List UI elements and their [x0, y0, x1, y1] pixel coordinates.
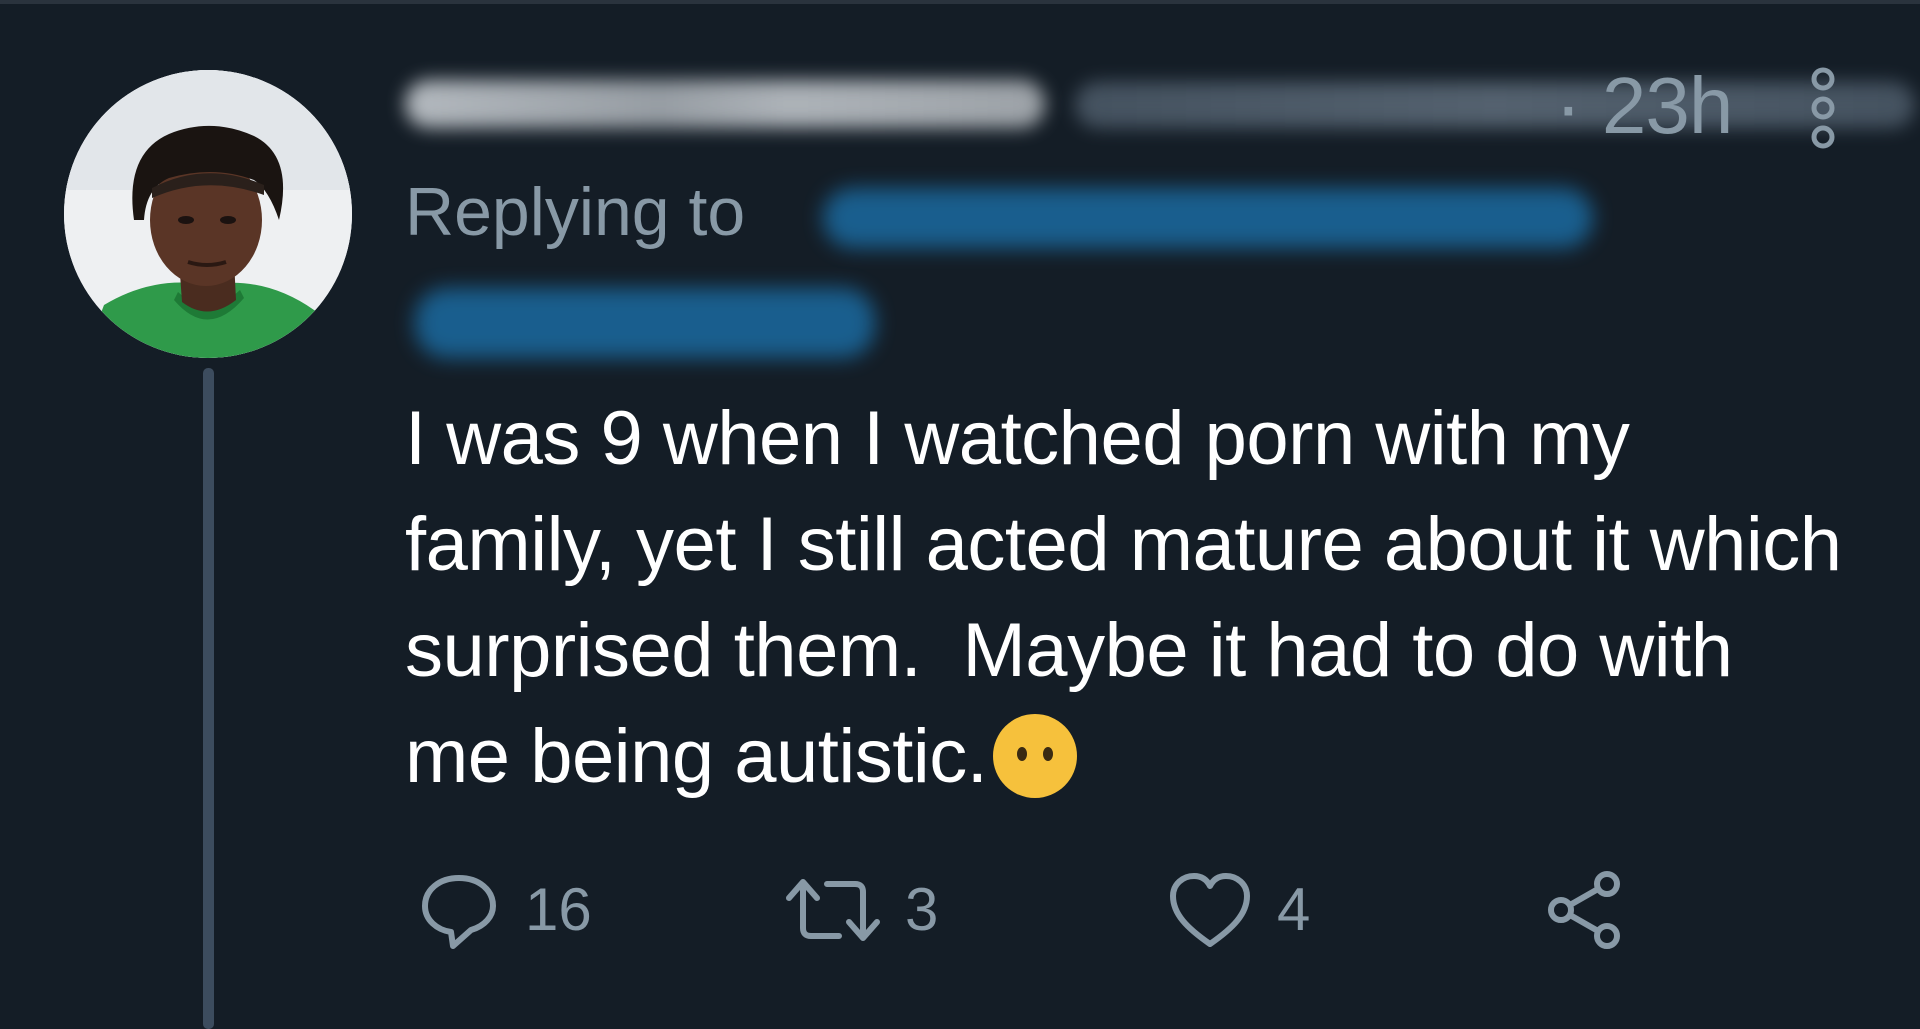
retweet-button[interactable]: 3 [785, 860, 938, 960]
share-button[interactable] [1543, 860, 1627, 960]
display-name-redacted[interactable] [405, 80, 1045, 128]
reply-count: 16 [525, 876, 592, 943]
share-icon [1548, 871, 1620, 949]
tweet-text: I was 9 when I watched porn with my fami… [405, 396, 1863, 799]
avatar[interactable] [64, 70, 352, 358]
tweet-header: · 23h [405, 60, 1915, 149]
thread-line [203, 368, 214, 1029]
tweet[interactable]: · 23h Replying to I was 9 when I watched… [0, 0, 1920, 1029]
tweet-body: I was 9 when I watched porn with my fami… [405, 386, 1845, 810]
retweet-count: 3 [905, 876, 939, 943]
face-without-mouth-emoji [993, 714, 1078, 798]
like-button[interactable]: 4 [1167, 860, 1310, 960]
mention-redacted[interactable] [823, 188, 1593, 248]
retweet-icon [786, 879, 880, 941]
timestamp[interactable]: · 23h [1555, 66, 1733, 146]
reply-icon [422, 875, 496, 949]
mention-redacted[interactable] [415, 288, 875, 358]
reply-button[interactable]: 16 [417, 860, 592, 960]
more-options-icon[interactable] [1795, 66, 1851, 150]
replying-to: Replying to [405, 168, 1825, 358]
username-redacted[interactable] [1075, 82, 1915, 128]
replying-to-label: Replying to [405, 174, 746, 250]
heart-icon [1170, 873, 1250, 947]
tweet-actions: 16 3 4 [405, 860, 1825, 960]
avatar-photo [64, 70, 352, 358]
like-count: 4 [1277, 876, 1311, 943]
